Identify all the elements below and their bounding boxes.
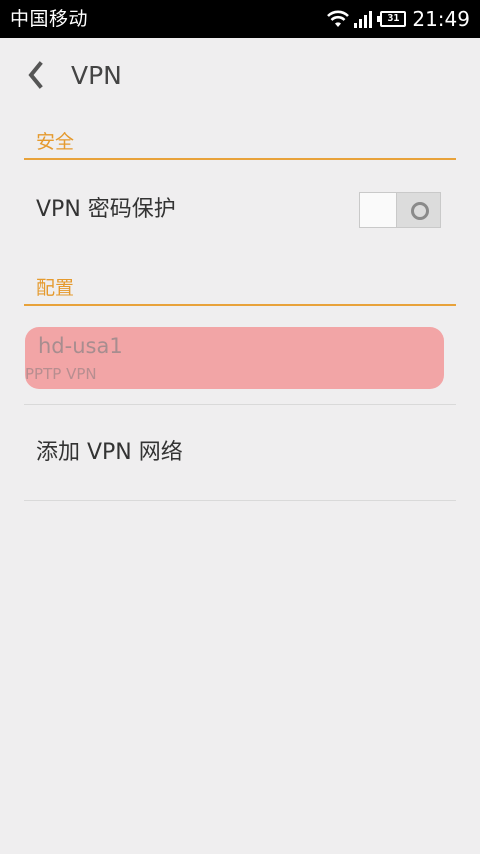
- clock: 21:49: [412, 7, 470, 31]
- page-title: VPN: [71, 61, 122, 90]
- vpn-profile-name: hd-usa1: [38, 334, 123, 358]
- battery-level: 31: [387, 13, 400, 24]
- divider: [24, 500, 456, 501]
- app-bar: VPN: [0, 38, 480, 116]
- vpn-password-protect-row[interactable]: VPN 密码保护: [24, 162, 456, 258]
- toggle-thumb: [360, 193, 397, 227]
- vpn-password-protect-label: VPN 密码保护: [36, 197, 176, 222]
- section-title-security: 安全: [36, 131, 75, 153]
- vpn-profile-item[interactable]: hd-usa1 PPTP VPN: [25, 327, 444, 389]
- toggle-off-icon: [411, 202, 429, 220]
- add-vpn-network-button[interactable]: 添加 VPN 网络: [36, 438, 183, 468]
- vpn-profile-type: PPTP VPN: [25, 365, 97, 383]
- vpn-password-protect-toggle[interactable]: [359, 192, 441, 228]
- battery-icon: 31: [377, 11, 407, 27]
- back-button[interactable]: [18, 56, 58, 96]
- section-header-security: 安全: [24, 127, 456, 160]
- divider: [24, 404, 456, 405]
- carrier-name: 中国移动: [10, 8, 89, 30]
- cellular-signal-icon: [354, 10, 374, 28]
- section-title-config: 配置: [36, 277, 75, 299]
- chevron-left-icon: [28, 61, 43, 89]
- section-header-config: 配置: [24, 273, 456, 306]
- wifi-icon: [326, 10, 350, 28]
- status-bar: 中国移动 31 21:49: [0, 0, 480, 38]
- status-icons: 31 21:49: [326, 0, 470, 38]
